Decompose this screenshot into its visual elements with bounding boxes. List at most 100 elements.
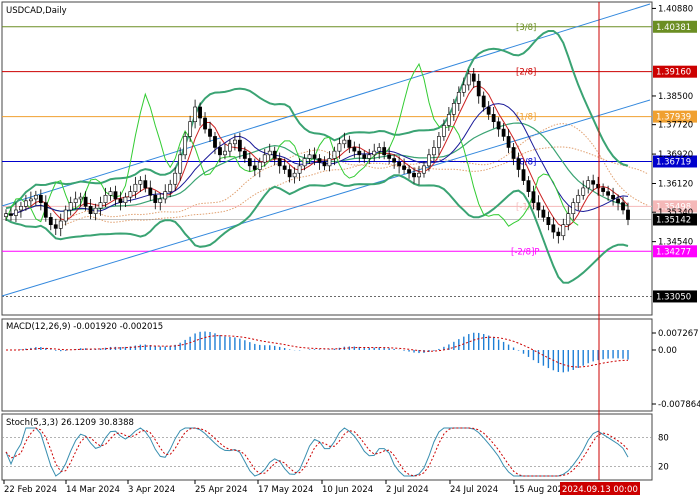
candle-body bbox=[88, 206, 93, 214]
candle-body bbox=[83, 196, 88, 207]
candle-body bbox=[402, 165, 406, 170]
candle-body bbox=[242, 150, 247, 159]
candle-body bbox=[506, 136, 511, 148]
candle-body bbox=[586, 180, 591, 189]
candle-body bbox=[4, 213, 8, 217]
candle-body bbox=[491, 114, 496, 123]
candle-body bbox=[203, 117, 207, 130]
candle-body bbox=[272, 150, 277, 159]
candle-body bbox=[173, 172, 178, 185]
candle-body bbox=[188, 121, 193, 137]
candle-body bbox=[178, 154, 183, 174]
candle-body bbox=[252, 165, 257, 170]
candle-body bbox=[118, 198, 123, 203]
candle-body bbox=[362, 154, 367, 159]
stoch-title: Stoch(5,3,3) 26.1209 30.8388 bbox=[6, 418, 134, 428]
macd-tick-label: 0.00 bbox=[658, 346, 677, 356]
candle-body bbox=[208, 128, 212, 137]
candle-body bbox=[427, 154, 431, 167]
candle-body bbox=[98, 202, 103, 209]
candle-body bbox=[257, 161, 262, 170]
candle-body bbox=[372, 150, 377, 156]
candle-body bbox=[153, 194, 158, 203]
candle-body bbox=[43, 202, 48, 218]
candle-body bbox=[183, 136, 188, 156]
candle-body bbox=[232, 139, 237, 145]
candle-body bbox=[312, 154, 317, 159]
candle-body bbox=[148, 187, 153, 196]
candle-body bbox=[367, 154, 372, 159]
candle-body bbox=[297, 165, 302, 174]
candle-body bbox=[466, 73, 471, 86]
candle-body bbox=[68, 202, 73, 211]
stoch-d-line bbox=[5, 427, 629, 477]
candle-body bbox=[247, 158, 252, 167]
murray-level-2-8-label: [2/8] bbox=[516, 68, 536, 78]
price-tick-label: 1.34540 bbox=[658, 238, 693, 248]
candle-body bbox=[103, 194, 108, 203]
candle-body bbox=[73, 198, 78, 203]
candle-body bbox=[347, 139, 352, 148]
time-tick-label: 3 Apr 2024 bbox=[128, 485, 175, 495]
candle-body bbox=[451, 103, 456, 115]
candle-body bbox=[282, 165, 287, 170]
candle-body bbox=[377, 147, 382, 152]
trading-chart[interactable]: [3/8] 1.40381 [2/8] 1.39160 [1/8] 1.37939 [0/8… bbox=[0, 0, 700, 500]
candle-body bbox=[33, 194, 38, 200]
price-tick-label: 1.36920 bbox=[658, 150, 693, 160]
candle-body bbox=[476, 80, 481, 97]
candle-body bbox=[501, 128, 506, 137]
macd-signal-line bbox=[6, 335, 629, 368]
candle-body bbox=[511, 147, 516, 159]
candle-body bbox=[228, 143, 232, 152]
candle-body bbox=[441, 125, 446, 137]
candle-body bbox=[292, 172, 297, 178]
time-tick-label: 10 Jun 2024 bbox=[322, 485, 373, 495]
candle-body bbox=[213, 136, 217, 148]
chart-canvas[interactable]: [3/8] 1.40381[2/8] 1.39160[1/8] 1.37939[0/8… bbox=[0, 0, 700, 500]
candle-body bbox=[63, 209, 68, 222]
candle-body bbox=[576, 194, 581, 203]
candle-body bbox=[481, 95, 486, 108]
candle-body bbox=[456, 91, 461, 104]
candle-body bbox=[531, 191, 536, 203]
candle-body bbox=[143, 180, 148, 189]
candle-body bbox=[496, 121, 501, 130]
candle-body bbox=[546, 217, 551, 226]
price-tick-label: 1.36120 bbox=[658, 180, 693, 190]
candle-body bbox=[168, 183, 173, 192]
ichimoku-cloud bbox=[55, 123, 649, 227]
murray-level-minus-1-8-label: [-1/8] bbox=[516, 202, 539, 212]
candle-body bbox=[93, 207, 98, 214]
candle-body bbox=[342, 139, 347, 145]
time-highlight-label: 2024.09.13 00:00 bbox=[562, 485, 638, 495]
price-tick-label: 1.38500 bbox=[658, 92, 693, 102]
stoch-tick-label: 20 bbox=[658, 462, 669, 472]
candle-body bbox=[218, 147, 222, 156]
time-tick-label: 22 Feb 2024 bbox=[4, 485, 57, 495]
murray-level-1-8-label: [1/8] bbox=[516, 113, 536, 123]
candle-body bbox=[128, 191, 133, 198]
macd-tick-label: 0.007267 bbox=[658, 329, 699, 339]
candle-body bbox=[392, 158, 397, 163]
candle-body bbox=[516, 158, 521, 170]
candle-body bbox=[541, 209, 546, 218]
candle-body bbox=[422, 165, 426, 174]
stoch-k-line bbox=[5, 427, 629, 477]
candle-body bbox=[571, 202, 576, 214]
candle-body bbox=[397, 161, 402, 167]
time-tick-label: 25 Apr 2024 bbox=[195, 485, 248, 495]
candle-body bbox=[262, 154, 267, 163]
candle-body bbox=[287, 169, 292, 178]
candle-body bbox=[78, 196, 83, 200]
candle-body bbox=[611, 194, 615, 200]
candle-body bbox=[138, 180, 143, 185]
macd-title: MACD(12,26,9) -0.001920 -0.002015 bbox=[6, 322, 163, 332]
candle-body bbox=[193, 106, 197, 123]
candle-body bbox=[267, 150, 272, 156]
candle-body bbox=[352, 147, 357, 152]
time-axis: 22 Feb 2024 14 Mar 2024 3 Apr 2024 25 Apr 2… bbox=[3, 480, 568, 495]
macd-indicator: 0.007267 0.00 -0.007864 bbox=[6, 329, 700, 410]
senkou-a bbox=[55, 123, 649, 221]
candle-body bbox=[626, 209, 630, 220]
